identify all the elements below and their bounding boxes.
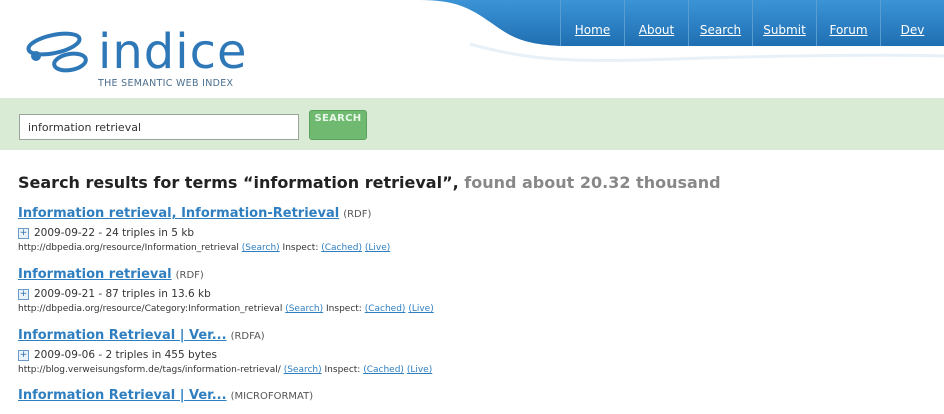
site-header: indice THE SEMANTIC WEB INDEX Home About…: [0, 0, 944, 98]
results-heading-terms: Search results for terms “information re…: [18, 173, 459, 192]
result-title-link[interactable]: Information Retrieval | Ver...: [18, 388, 227, 403]
result-search-link[interactable]: (Search): [284, 365, 322, 375]
nav-search[interactable]: Search: [688, 0, 752, 46]
result-cached-link[interactable]: (Cached): [363, 365, 404, 375]
result-cached-link[interactable]: (Cached): [365, 304, 406, 314]
result-url: http://dbpedia.org/resource/Category:Inf…: [18, 304, 283, 314]
search-button[interactable]: SEARCH: [309, 110, 367, 140]
nav-dev[interactable]: Dev: [880, 0, 944, 46]
logo-wordmark: indice: [98, 24, 248, 80]
inspect-label: Inspect:: [326, 304, 362, 314]
expand-plus-icon[interactable]: +: [18, 228, 29, 239]
search-input[interactable]: [19, 114, 299, 140]
result-live-link[interactable]: (Live): [408, 304, 433, 314]
expand-plus-icon[interactable]: +: [18, 350, 29, 361]
result-type: (RDF): [343, 209, 372, 220]
logo-tagline: THE SEMANTIC WEB INDEX: [98, 78, 234, 89]
result-item: Information Retrieval | Ver... (RDFA) + 2…: [18, 327, 928, 377]
nav-home[interactable]: Home: [560, 0, 624, 46]
result-title-link[interactable]: Information retrieval, Information-Retri…: [18, 206, 339, 221]
logo-swirl-icon: [26, 31, 88, 73]
search-bar: SEARCH: [0, 98, 944, 150]
result-search-link[interactable]: (Search): [242, 243, 280, 253]
indice-logo[interactable]: indice THE SEMANTIC WEB INDEX: [26, 18, 268, 93]
result-meta: 2009-09-22 - 24 triples in 5 kb: [34, 227, 195, 239]
result-url: http://blog.verweisungsform.de/tags/info…: [18, 365, 281, 375]
main-nav: Home About Search Submit Forum Dev: [560, 0, 944, 46]
result-live-link[interactable]: (Live): [365, 243, 390, 253]
result-item: Information retrieval (RDF) + 2009-09-21 …: [18, 266, 928, 316]
results-heading: Search results for terms “information re…: [18, 172, 928, 194]
result-item: Information Retrieval | Ver... (MICROFORM…: [18, 387, 928, 406]
nav-submit[interactable]: Submit: [752, 0, 816, 46]
nav-forum[interactable]: Forum: [816, 0, 880, 46]
result-type: (RDF): [175, 270, 204, 281]
result-live-link[interactable]: (Live): [407, 365, 432, 375]
result-item: Information retrieval, Information-Retri…: [18, 205, 928, 255]
result-cached-link[interactable]: (Cached): [321, 243, 362, 253]
result-meta: 2009-09-21 - 87 triples in 13.6 kb: [34, 288, 211, 300]
result-search-link[interactable]: (Search): [285, 304, 323, 314]
results-section: Search results for terms “information re…: [18, 172, 928, 406]
expand-plus-icon[interactable]: +: [18, 289, 29, 300]
nav-about[interactable]: About: [624, 0, 688, 46]
inspect-label: Inspect:: [282, 243, 319, 253]
result-type: (RDFA): [230, 331, 265, 342]
inspect-label: Inspect:: [324, 365, 361, 375]
result-url: http://dbpedia.org/resource/Information_…: [18, 243, 239, 253]
results-count: found about 20.32 thousand: [464, 173, 721, 192]
result-meta: 2009-09-06 - 2 triples in 455 bytes: [34, 349, 217, 361]
result-type: (MICROFORMAT): [230, 391, 314, 402]
result-title-link[interactable]: Information retrieval: [18, 267, 172, 282]
result-title-link[interactable]: Information Retrieval | Ver...: [18, 328, 227, 343]
